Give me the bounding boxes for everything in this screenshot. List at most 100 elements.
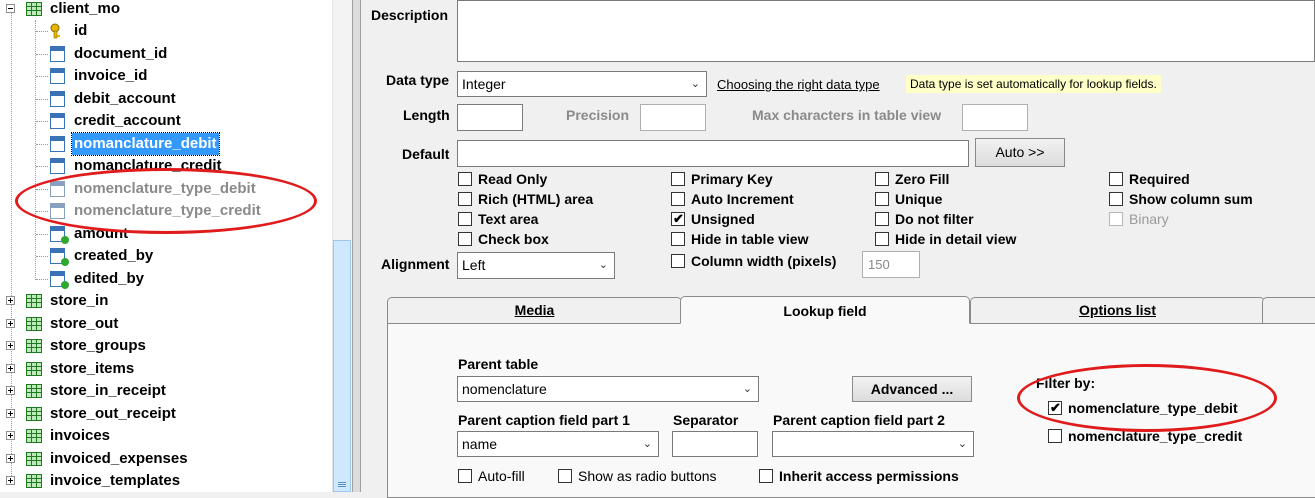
expand-icon[interactable] [6, 319, 15, 328]
tree-node-store-out[interactable]: store_out [0, 313, 330, 335]
expand-icon[interactable] [6, 386, 15, 395]
checkbox-box[interactable] [1109, 192, 1123, 206]
tree-field-invoice-id[interactable]: invoice_id [0, 65, 330, 87]
precision-input[interactable] [640, 104, 706, 131]
checkbox-box[interactable] [875, 172, 889, 186]
checkbox-label: Required [1129, 171, 1190, 187]
data-type-note: Data type is set automatically for looku… [906, 75, 1161, 93]
tree-node-store-out-receipt[interactable]: store_out_receipt [0, 403, 330, 425]
alignment-select[interactable]: Left ⌄ [457, 252, 615, 279]
checkbox-box[interactable] [875, 192, 889, 206]
tab-options-list[interactable]: Options list [970, 297, 1265, 323]
tree-field-debit-account[interactable]: debit_account [0, 88, 330, 110]
chevron-down-icon: ⌄ [957, 438, 967, 450]
tree-node-store-in[interactable]: store_in [0, 290, 330, 312]
checkbox-label: Auto-fill [478, 468, 525, 484]
tree-field-document-id[interactable]: document_id [0, 43, 330, 65]
tree-field-created-by[interactable]: created_by [0, 245, 330, 267]
checkbox-box[interactable] [458, 232, 472, 246]
table-tree[interactable]: client_mo id document_id invoice_id debi… [0, 0, 352, 492]
tree-node-store-in-receipt[interactable]: store_in_receipt [0, 380, 330, 402]
checkbox-box[interactable] [458, 469, 472, 483]
tree-node-label: store_in [50, 292, 109, 309]
table-icon [26, 407, 42, 421]
tree-node-label: store_groups [50, 337, 146, 354]
checkbox-box[interactable] [458, 192, 472, 206]
expand-icon[interactable] [6, 364, 15, 373]
panel-splitter[interactable] [352, 0, 361, 492]
chevron-down-icon: ⌄ [598, 259, 608, 271]
expand-icon[interactable] [6, 454, 15, 463]
parent-table-select[interactable]: nomenclature ⌄ [457, 376, 759, 402]
max-chars-input[interactable] [962, 104, 1028, 131]
data-type-help-link[interactable]: Choosing the right data type [717, 77, 880, 92]
checkbox-box[interactable] [875, 212, 889, 226]
lookup-field-icon [50, 226, 69, 244]
tree-node-client-mo[interactable]: client_mo [0, 0, 330, 20]
tab-label: Lookup field [783, 303, 867, 319]
tree-node-store-groups[interactable]: store_groups [0, 335, 330, 357]
tree-node-store-items[interactable]: store_items [0, 358, 330, 380]
description-input[interactable] [457, 0, 1315, 62]
checkbox-box[interactable] [671, 192, 685, 206]
alignment-value: Left [462, 257, 486, 273]
checkbox-label: Primary Key [691, 171, 773, 187]
checkbox-box[interactable] [458, 212, 472, 226]
data-type-select[interactable]: Integer ⌄ [457, 71, 707, 97]
tab-lookup-field[interactable]: Lookup field [680, 296, 970, 324]
checkbox-label: Unsigned [691, 211, 755, 227]
length-input[interactable] [457, 104, 523, 131]
auto-button[interactable]: Auto >> [975, 138, 1065, 167]
expand-icon[interactable] [6, 476, 15, 485]
checkbox-label: Show column sum [1129, 191, 1253, 207]
checkbox-box[interactable] [1109, 172, 1123, 186]
tree-field-id[interactable]: id [0, 20, 330, 42]
checkbox-box[interactable] [671, 232, 685, 246]
checkbox-box[interactable] [671, 254, 685, 268]
expand-icon[interactable] [6, 431, 15, 440]
length-label: Length [403, 107, 450, 123]
field-name: invoice_id [74, 67, 148, 84]
column-width-input[interactable]: 150 [862, 251, 920, 278]
checkbox-box[interactable] [1048, 429, 1062, 443]
field-name: document_id [74, 45, 168, 62]
caption-part2-select[interactable]: ⌄ [772, 431, 974, 457]
tab-media[interactable]: Media [387, 297, 682, 323]
checkbox-box[interactable] [671, 172, 685, 186]
max-chars-label: Max characters in table view [752, 107, 942, 123]
checkbox-box[interactable] [875, 232, 889, 246]
checkbox-box[interactable] [1109, 212, 1123, 226]
default-input[interactable] [457, 140, 969, 167]
checkbox-box[interactable] [671, 210, 685, 228]
expand-icon[interactable] [6, 296, 15, 305]
tab-more[interactable] [1262, 297, 1315, 323]
tree-field-edited-by[interactable]: edited_by [0, 268, 330, 290]
checkbox-label: Show as radio buttons [578, 468, 717, 484]
caption-part1-select[interactable]: name ⌄ [457, 431, 659, 457]
table-icon [26, 362, 42, 376]
table-icon [26, 429, 42, 443]
table-icon [26, 339, 42, 353]
expand-icon[interactable] [6, 341, 15, 350]
scrollbar-thumb[interactable] [333, 240, 351, 492]
checkbox-box[interactable] [759, 469, 773, 483]
checkbox-box[interactable] [558, 469, 572, 483]
advanced-button[interactable]: Advanced ... [852, 376, 972, 402]
separator-input[interactable] [672, 431, 758, 457]
tree-node-invoices[interactable]: invoices [0, 425, 330, 447]
table-icon [26, 384, 42, 398]
tree-node-invoice-templates[interactable]: invoice_templates [0, 470, 330, 492]
tree-field-nomanclature-debit[interactable]: nomanclature_debit [0, 132, 330, 156]
collapse-icon[interactable] [6, 4, 15, 13]
tree-node-invoiced-expenses[interactable]: invoiced_expenses [0, 448, 330, 470]
checkbox-box[interactable] [458, 172, 472, 186]
tree-node-label: client_mo [50, 0, 121, 17]
parent-table-label: Parent table [458, 356, 539, 372]
expand-icon[interactable] [6, 409, 15, 418]
table-icon [26, 2, 42, 16]
checkbox-label: Text area [478, 211, 539, 227]
tree-field-credit-account[interactable]: credit_account [0, 110, 330, 132]
tree-node-label: store_out [50, 315, 119, 332]
checkbox-label: Do not filter [895, 211, 974, 227]
field-name: debit_account [74, 90, 176, 107]
